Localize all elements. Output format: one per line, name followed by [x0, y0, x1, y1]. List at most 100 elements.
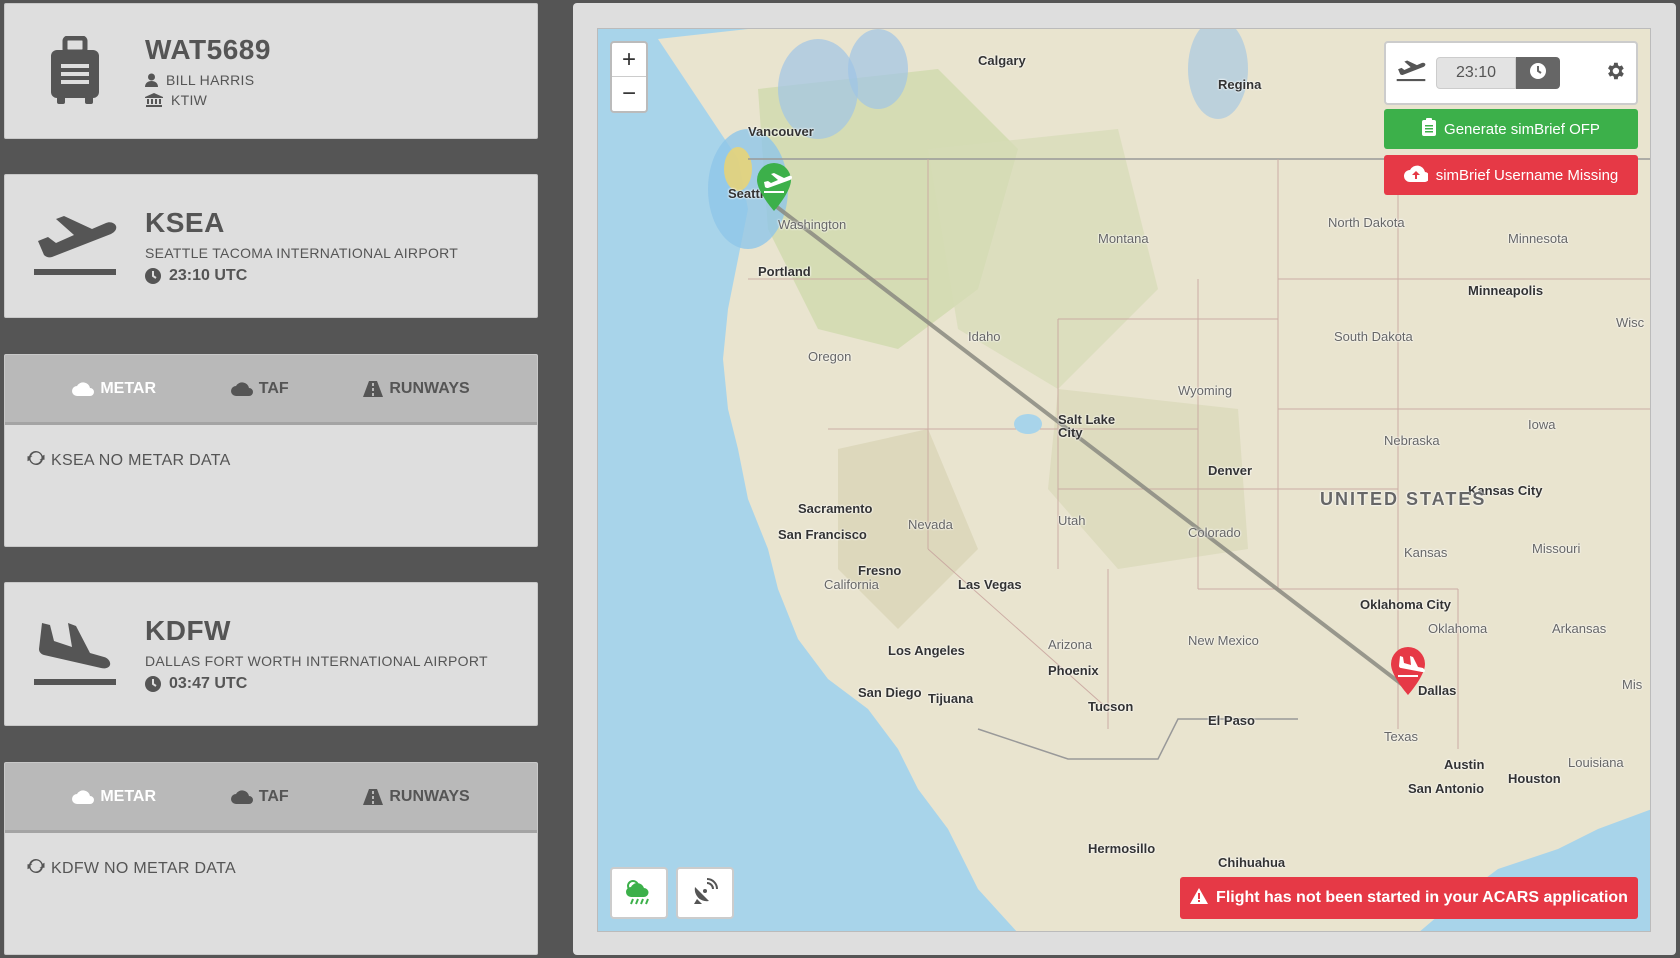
acars-alert: Flight has not been started in your ACAR…: [1180, 877, 1638, 919]
plane-arrival-icon: [5, 619, 145, 689]
departure-airport-name: SEATTLE TACOMA INTERNATIONAL AIRPORT: [145, 245, 459, 261]
map-label-united-states: UNITED STATES: [1320, 489, 1487, 509]
map-label-kansas: Kansas: [1404, 545, 1448, 560]
zoom-out-button[interactable]: −: [612, 77, 646, 111]
arrival-weather-panel: METAR TAF RUNWAYS KDFW NO METAR DATA: [4, 762, 538, 955]
map-label-houston: Houston: [1508, 771, 1561, 786]
acars-alert-text: Flight has not been started in your ACAR…: [1216, 889, 1628, 906]
map-label-denver: Denver: [1208, 463, 1253, 478]
cloud-icon: [72, 381, 95, 396]
simbrief-username-button[interactable]: simBrief Username Missing: [1384, 155, 1638, 195]
map-label-arizona: Arizona: [1048, 637, 1093, 652]
plane-departure-icon: [5, 213, 145, 279]
gear-icon[interactable]: [1604, 60, 1626, 87]
departure-pin-icon[interactable]: [754, 163, 794, 213]
map-label-san-diego: San Diego: [858, 685, 922, 700]
map-label-portland: Portland: [758, 264, 811, 279]
clock-icon: [1530, 62, 1546, 84]
arrival-card: KDFW DALLAS FORT WORTH INTERNATIONAL AIR…: [4, 582, 538, 726]
arrival-metar-text: KDFW NO METAR DATA: [51, 859, 236, 877]
satellite-layer-button[interactable]: [676, 867, 734, 919]
map-label-fresno: Fresno: [858, 563, 902, 578]
road-icon: [363, 788, 384, 805]
route-map[interactable]: Calgary Regina Vancouver Seattle Portlan…: [597, 28, 1651, 932]
map-label-calgary: Calgary: [978, 53, 1026, 68]
departure-weather-panel: METAR TAF RUNWAYS KSEA NO METAR DATA: [4, 354, 538, 547]
tab-taf-label: TAF: [258, 787, 289, 805]
map-label-south-dakota: South Dakota: [1334, 329, 1413, 344]
arrival-airport-name: DALLAS FORT WORTH INTERNATIONAL AIRPORT: [145, 653, 488, 669]
zoom-in-button[interactable]: +: [612, 43, 646, 77]
map-label-hermosillo: Hermosillo: [1088, 841, 1156, 856]
map-label-missouri: Missouri: [1532, 541, 1581, 556]
plane-departure-icon: [1396, 59, 1426, 88]
tab-runways-label: RUNWAYS: [389, 379, 470, 397]
map-label-san-antonio: San Antonio: [1408, 781, 1485, 796]
road-icon: [363, 380, 384, 397]
departure-time-control: 23:10: [1384, 41, 1638, 105]
departure-icao: KSEA: [145, 207, 225, 238]
refresh-icon[interactable]: [27, 857, 45, 880]
tab-taf[interactable]: TAF: [230, 787, 289, 806]
map-label-wyoming: Wyoming: [1178, 383, 1233, 398]
map-label-el-paso: El Paso: [1208, 713, 1255, 728]
clock-icon: [145, 268, 161, 284]
generate-ofp-button[interactable]: Generate simBrief OFP: [1384, 109, 1638, 149]
map-label-phoenix: Phoenix: [1048, 663, 1099, 678]
map-label-sacramento: Sacramento: [798, 501, 873, 516]
tab-metar-label: METAR: [100, 379, 157, 397]
clock-icon: [145, 676, 161, 692]
flight-callsign: WAT5689: [145, 34, 271, 65]
luggage-icon: [5, 36, 145, 106]
satellite-dish-icon: [691, 877, 719, 910]
arrival-time: 03:47 UTC: [169, 675, 248, 692]
map-label-tucson: Tucson: [1088, 699, 1134, 714]
map-label-regina: Regina: [1218, 77, 1262, 92]
cloud-icon: [230, 789, 253, 804]
map-label-mississippi: Mis: [1622, 677, 1643, 692]
map-label-austin: Austin: [1444, 757, 1485, 772]
map-label-nevada: Nevada: [908, 517, 953, 532]
map-label-salt-lake-city: Salt Lake City: [1058, 412, 1116, 440]
simbrief-username-label: simBrief Username Missing: [1435, 166, 1619, 184]
tab-runways[interactable]: RUNWAYS: [363, 379, 470, 398]
map-label-tijuana: Tijuana: [928, 691, 974, 706]
map-label-texas: Texas: [1384, 729, 1418, 744]
cloud-sun-rain-icon: [623, 877, 655, 910]
arrival-weather-tabs: METAR TAF RUNWAYS: [5, 763, 537, 833]
refresh-icon[interactable]: [27, 449, 45, 472]
arrival-icao: KDFW: [145, 615, 231, 646]
map-label-wisconsin: Wisc: [1616, 315, 1645, 330]
map-label-minnesota: Minnesota: [1508, 231, 1568, 246]
map-label-san-francisco: San Francisco: [778, 527, 867, 542]
departure-time-input[interactable]: 23:10: [1436, 57, 1516, 89]
tab-metar[interactable]: METAR: [72, 788, 156, 806]
aircraft-code: KTIW: [171, 92, 208, 108]
clipboard-icon: [1422, 118, 1437, 140]
weather-layer-button[interactable]: [610, 867, 668, 919]
map-panel: Calgary Regina Vancouver Seattle Portlan…: [573, 3, 1676, 955]
map-label-idaho: Idaho: [968, 329, 1001, 344]
user-icon: [145, 73, 158, 87]
arrival-pin-icon[interactable]: [1388, 647, 1428, 697]
tab-runways[interactable]: RUNWAYS: [363, 788, 470, 806]
cloud-icon: [72, 789, 95, 804]
map-label-arkansas: Arkansas: [1552, 621, 1607, 636]
map-label-utah: Utah: [1058, 513, 1086, 528]
departure-time: 23:10 UTC: [169, 267, 248, 284]
clock-button[interactable]: [1516, 57, 1560, 89]
map-label-colorado: Colorado: [1188, 525, 1241, 540]
map-label-oklahoma: Oklahoma: [1428, 621, 1488, 636]
departure-weather-tabs: METAR TAF RUNWAYS: [5, 355, 537, 425]
map-label-north-dakota: North Dakota: [1328, 215, 1405, 230]
cloud-upload-icon: [1403, 164, 1430, 186]
tab-metar[interactable]: METAR: [72, 380, 156, 398]
tab-taf[interactable]: TAF: [230, 380, 289, 398]
map-label-california: California: [824, 577, 879, 592]
flight-card: WAT5689 BILL HARRIS KTIW: [4, 3, 538, 139]
map-label-louisiana: Louisiana: [1568, 755, 1624, 770]
map-label-new-mexico: New Mexico: [1188, 633, 1259, 648]
warning-icon: [1190, 887, 1209, 909]
departure-metar-text: KSEA NO METAR DATA: [51, 451, 231, 469]
building-icon: [145, 93, 163, 107]
